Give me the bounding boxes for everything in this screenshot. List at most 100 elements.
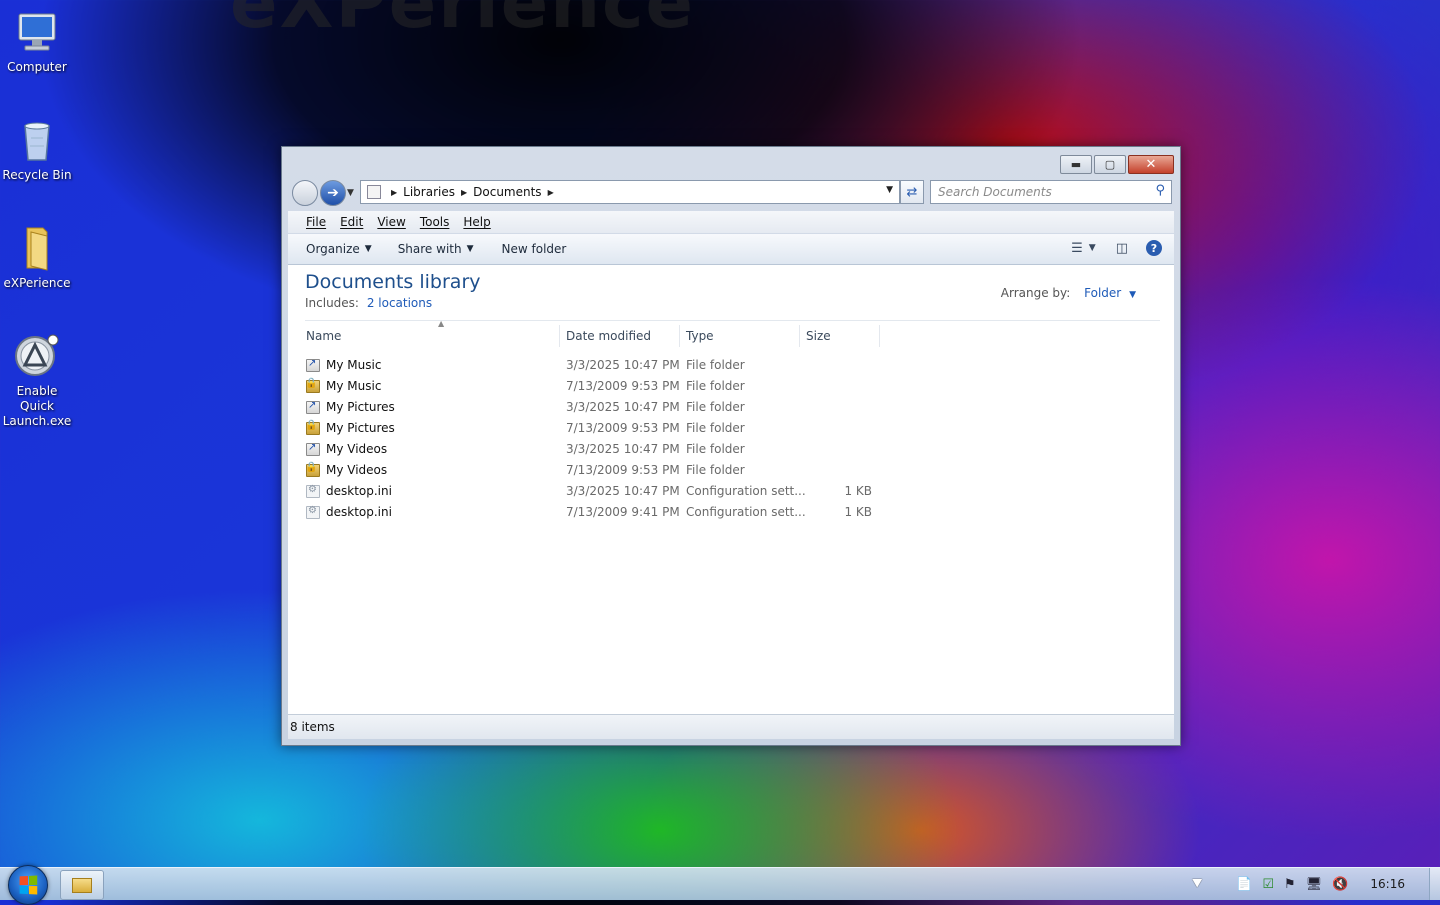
new-folder-label: New folder xyxy=(501,242,567,256)
file-date: 3/3/2025 10:47 PM xyxy=(566,484,680,498)
help-icon: ? xyxy=(1146,240,1162,256)
menu-help[interactable]: Help xyxy=(463,215,490,229)
search-placeholder: Search Documents xyxy=(938,185,1052,199)
file-name: My Pictures xyxy=(326,421,395,435)
desktop-icon-label: eXPerience xyxy=(3,276,71,290)
desktop-icon-label: Recycle Bin xyxy=(2,168,72,182)
search-input[interactable]: Search Documents ⚲ xyxy=(930,180,1172,204)
change-view-icon[interactable]: ☰ xyxy=(1071,241,1083,256)
taskbar-explorer-button[interactable] xyxy=(60,870,104,900)
close-icon: ✕ xyxy=(1145,157,1157,172)
folder-shortcut-icon xyxy=(306,442,320,456)
system-tray: 📄 ☑ ⚑ 🖥 🔇 16:16 xyxy=(1236,868,1440,900)
column-type-label: Type xyxy=(686,329,714,343)
network-icon[interactable]: 🖥 xyxy=(1306,877,1323,892)
share-with-button[interactable]: Share with ▼ xyxy=(398,242,474,256)
desktop-icon-label: Enable Quick Launch.exe xyxy=(2,384,72,428)
folder-locked-icon xyxy=(305,420,320,435)
clock[interactable]: 16:16 xyxy=(1370,877,1405,891)
chevron-down-icon[interactable]: ▼ xyxy=(1129,290,1136,300)
desktop-icon-experience[interactable]: eXPerience xyxy=(0,224,74,291)
minimize-button[interactable]: ▬ xyxy=(1060,155,1092,174)
explorer-window: ▬ ▢ ✕ ➔ ▼ ▶ Libraries ▶ Documents ▶ ▼ ⇄ … xyxy=(281,146,1181,746)
file-type: Configuration sett... xyxy=(686,505,806,519)
folder-shortcut-icon xyxy=(306,400,320,414)
close-button[interactable]: ✕ xyxy=(1128,155,1174,174)
column-size-label: Size xyxy=(806,329,831,343)
folder-icon xyxy=(72,877,92,893)
breadcrumb-separator-icon[interactable]: ▶ xyxy=(461,188,467,197)
security-icon[interactable]: ☑ xyxy=(1262,877,1274,892)
menu-view[interactable]: View xyxy=(377,215,405,229)
breadcrumb-separator-icon[interactable]: ▶ xyxy=(548,188,554,197)
breadcrumb-separator-icon[interactable]: ▶ xyxy=(391,188,397,197)
show-desktop-button[interactable] xyxy=(1429,868,1440,900)
refresh-button[interactable]: ⇄ xyxy=(900,180,924,204)
breadcrumb-libraries[interactable]: Libraries xyxy=(403,185,455,199)
address-row: ➔ ▼ ▶ Libraries ▶ Documents ▶ ▼ ⇄ Search… xyxy=(290,179,1172,206)
file-type: File folder xyxy=(686,379,745,393)
folder-locked-icon xyxy=(305,378,320,393)
file-type: Configuration sett... xyxy=(686,484,806,498)
flag-icon[interactable]: ⚑ xyxy=(1284,877,1296,892)
desktop-watermark: eXPerience xyxy=(230,0,696,44)
desktop-icon-enable-quick-launch[interactable]: Enable Quick Launch.exe xyxy=(0,332,74,429)
file-name: My Videos xyxy=(326,463,388,477)
desktop-icon-computer[interactable]: Computer xyxy=(0,8,74,75)
menu-edit[interactable]: Edit xyxy=(340,215,363,229)
menu-file[interactable]: File xyxy=(306,215,326,229)
start-button[interactable] xyxy=(8,865,48,905)
share-with-label: Share with xyxy=(397,242,462,256)
app-icon xyxy=(13,332,61,380)
arrange-by-dropdown[interactable]: Folder xyxy=(1084,286,1121,300)
folder-locked-icon xyxy=(305,462,320,477)
search-icon[interactable]: ⚲ xyxy=(1155,183,1165,198)
file-date: 7/13/2009 9:53 PM xyxy=(566,379,680,393)
column-header-name[interactable]: Name ▲ xyxy=(300,319,560,347)
chevron-down-icon: ▼ xyxy=(466,244,474,254)
recycle-bin-icon xyxy=(13,116,61,164)
column-date-label: Date modified xyxy=(566,329,652,343)
organize-label: Organize xyxy=(306,242,360,256)
new-folder-button[interactable]: New folder xyxy=(502,242,567,256)
preview-pane-icon[interactable]: ◫ xyxy=(1116,241,1128,256)
status-bar: 8 items xyxy=(288,714,1174,739)
column-header-size[interactable]: Size xyxy=(800,325,880,347)
breadcrumb-documents[interactable]: Documents xyxy=(473,185,541,199)
recent-pages-dropdown-icon[interactable]: ▼ xyxy=(347,188,354,198)
column-name-label: Name xyxy=(306,329,342,343)
volume-muted-icon[interactable]: 🔇 xyxy=(1332,877,1348,892)
column-header-type[interactable]: Type xyxy=(680,325,800,347)
minimize-icon: ▬ xyxy=(1070,158,1082,171)
maximize-button[interactable]: ▢ xyxy=(1094,155,1126,174)
view-controls: ☰ ▼ ◫ ? xyxy=(1059,240,1162,256)
file-date: 7/13/2009 9:41 PM xyxy=(566,505,680,519)
organize-button[interactable]: Organize ▼ xyxy=(306,242,372,256)
file-name: desktop.ini xyxy=(326,505,392,519)
locations-link[interactable]: 2 locations xyxy=(367,296,432,310)
library-title: Documents library xyxy=(305,271,481,293)
chevron-down-icon: ▼ xyxy=(364,244,372,254)
back-button[interactable] xyxy=(292,180,318,206)
item-count: 8 items xyxy=(290,720,335,734)
menu-tools[interactable]: Tools xyxy=(420,215,450,229)
address-bar[interactable]: ▶ Libraries ▶ Documents ▶ ▼ xyxy=(360,180,900,204)
help-button[interactable]: ? xyxy=(1146,240,1162,256)
file-size: 1 KB xyxy=(844,484,872,498)
forward-arrow-icon: ➔ xyxy=(327,185,339,201)
action-center-icon[interactable]: 📄 xyxy=(1236,877,1252,892)
view-options-dropdown-icon[interactable]: ▼ xyxy=(1089,243,1096,253)
column-header-date[interactable]: Date modified xyxy=(560,325,680,347)
sort-ascending-icon: ▲ xyxy=(438,319,445,328)
forward-button[interactable]: ➔ xyxy=(320,180,346,206)
file-date: 7/13/2009 9:53 PM xyxy=(566,463,680,477)
taskbar: 📄 ☑ ⚑ 🖥 🔇 16:16 xyxy=(0,865,1440,905)
desktop-icon-recycle-bin[interactable]: Recycle Bin xyxy=(0,116,74,183)
file-name: desktop.ini xyxy=(326,484,392,498)
arrange-by-label: Arrange by: xyxy=(1000,286,1071,300)
library-icon xyxy=(367,185,381,199)
windows-logo-icon xyxy=(19,875,38,895)
file-date: 3/3/2025 10:47 PM xyxy=(566,400,680,414)
address-dropdown-icon[interactable]: ▼ xyxy=(886,185,893,195)
file-list-pane: Documents library Includes: 2 locations … xyxy=(288,265,1174,715)
